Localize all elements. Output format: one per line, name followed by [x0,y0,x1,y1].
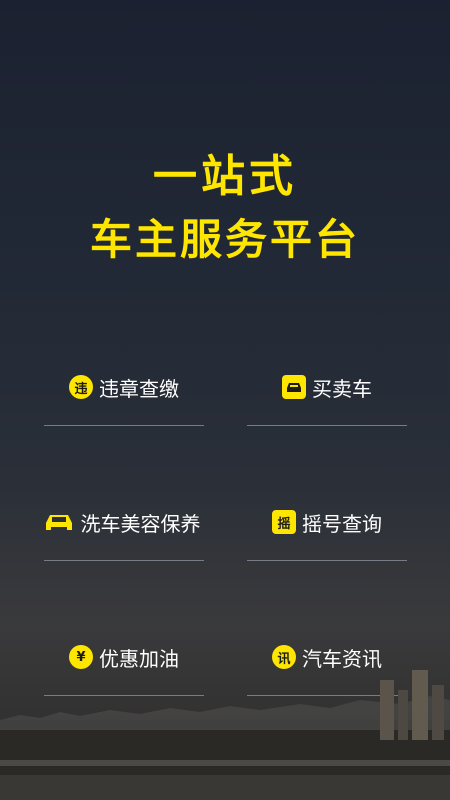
service-violation[interactable]: 违 违章查缴 [44,367,204,407]
service-car-wash[interactable]: 洗车美容保养 [24,502,219,542]
lottery-query-icon: 摇 [272,510,296,534]
service-buy-sell-car[interactable]: 买卖车 [247,367,407,407]
buy-sell-car-icon [282,375,306,399]
headline-line2: 车主服务平台 [89,215,360,264]
divider [44,560,204,561]
headline-line1: 一站式 [153,151,297,202]
service-lottery-query[interactable]: 摇 摇号查询 [247,502,407,542]
violation-icon: 违 [69,375,93,399]
divider [44,425,204,426]
divider [247,560,407,561]
divider [247,425,407,426]
service-car-wash-label: 洗车美容保养 [80,511,201,536]
car-wash-icon [43,510,75,534]
service-violation-label: 违章查缴 [99,376,179,401]
service-lottery-query-label: 摇号查询 [302,511,382,536]
service-buy-sell-car-label: 买卖车 [312,376,372,401]
city-skyline-background [0,670,450,800]
